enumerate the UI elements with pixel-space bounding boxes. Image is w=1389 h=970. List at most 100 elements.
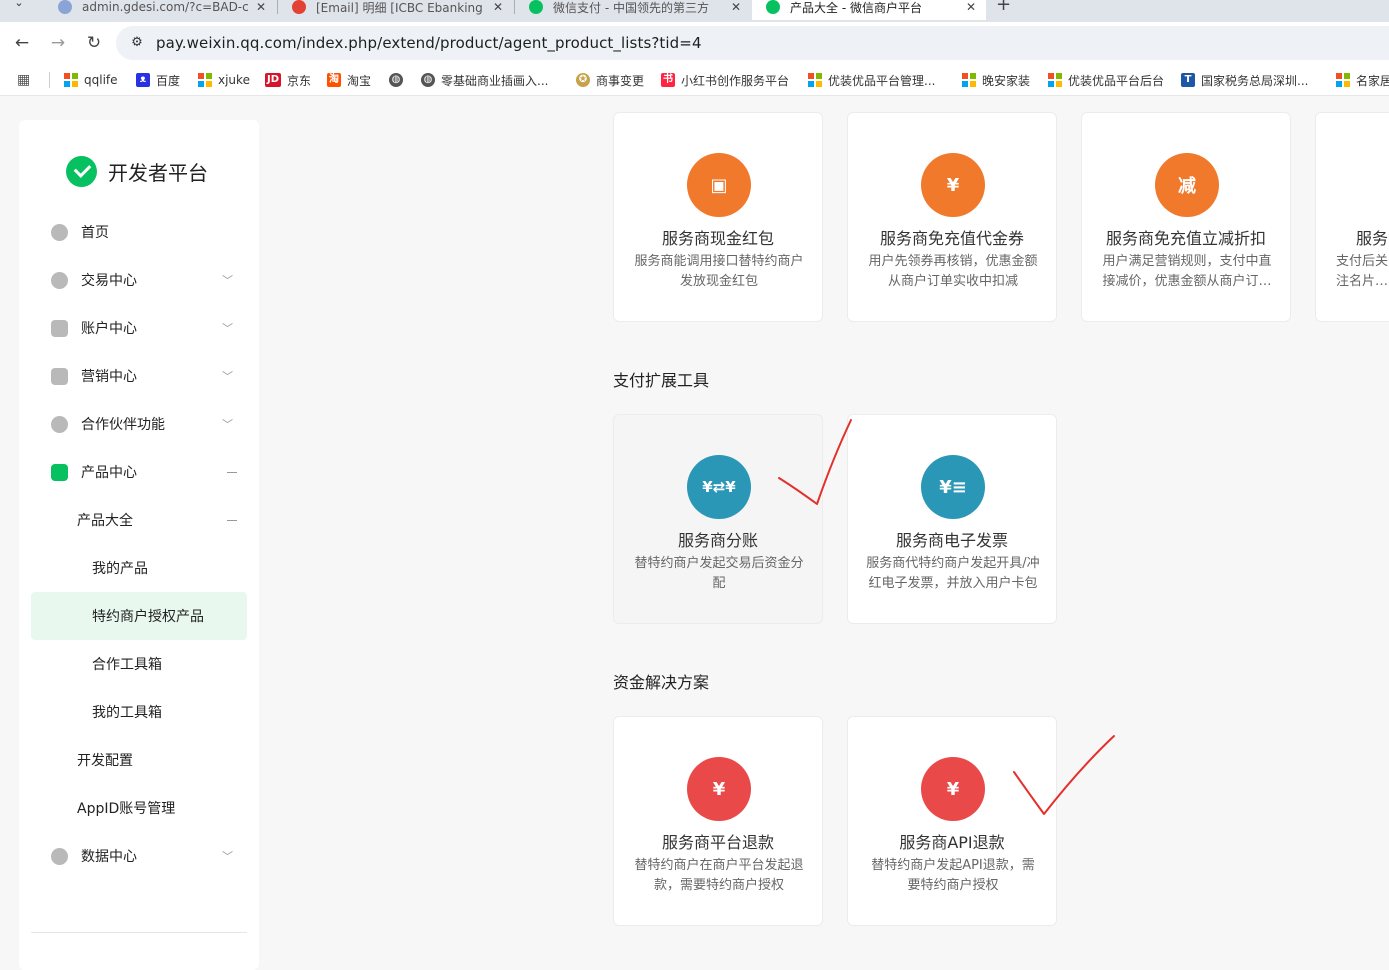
- account-icon: [51, 319, 68, 337]
- card-description: 用户先领券再核销，优惠金额从商户订单实收中扣减: [868, 254, 1038, 289]
- sidebar-item-label: 数据中心: [81, 849, 137, 865]
- product-card[interactable]: ¥ 服务商平台退款 替特约商户在商户平台发起退款，需要特约商户授权: [613, 716, 823, 926]
- card-description: 服务商代特约商户发起开具/冲红电子发票，并放入用户卡包: [866, 556, 1040, 591]
- sidebar-item-home[interactable]: 首页: [31, 208, 247, 256]
- reload-icon[interactable]: ↻: [82, 31, 106, 55]
- chevron-down-icon: ﹀: [222, 274, 233, 287]
- chevron-down-icon: ﹀: [222, 370, 233, 383]
- ms-logo-icon: [1336, 73, 1350, 87]
- product-card[interactable]: ¥≡ 服务商电子发票 服务商代特约商户发起开具/冲红电子发票，并放入用户卡包: [847, 414, 1057, 624]
- bookmark-label: xjuke: [218, 73, 250, 87]
- sidebar-item-label: 产品中心: [81, 465, 137, 481]
- sidebar-item-appid[interactable]: AppID账号管理: [31, 784, 247, 832]
- tab-email[interactable]: [Email] 明细 [ICBC Ebanking ✕: [278, 0, 513, 20]
- tab-title: [Email] 明细 [ICBC Ebanking: [316, 0, 483, 15]
- emblem-icon: ✪: [576, 73, 590, 87]
- bookmarks-divider: [49, 72, 50, 88]
- voucher-icon: ¥: [921, 153, 985, 217]
- bookmark-youzhuang-admin[interactable]: 优装优品平台管理...: [808, 72, 935, 88]
- product-card[interactable]: ▣ 服务商现金红包 服务商能调用接口替特约商户发放现金红包: [613, 112, 823, 322]
- home-icon: [51, 223, 68, 241]
- card-title: 服务商免充值代金券: [879, 229, 1024, 248]
- bookmark-youzhuang-backend[interactable]: 优装优品平台后台: [1048, 72, 1164, 88]
- card-description: 服务商能调用接口替特约商户发放现金红包: [634, 254, 804, 289]
- card-title: 服务: [1356, 229, 1389, 248]
- sidebar-item-product-catalog[interactable]: 产品大全: [31, 496, 247, 544]
- data-icon: [51, 847, 68, 865]
- collapse-icon: [227, 519, 237, 521]
- bookmark-mingjiaju[interactable]: 名家居: [1336, 72, 1389, 88]
- close-icon[interactable]: ✕: [966, 0, 976, 14]
- sidebar-item-label: 合作伙伴功能: [81, 417, 165, 433]
- card-title: 服务商现金红包: [661, 229, 774, 248]
- bookmark-business-change[interactable]: ✪ 商事变更: [576, 72, 644, 88]
- product-card[interactable]: 减 服务商免充值立减折扣 用户满足营销规则，支付中直接减价，优惠金额从商户订单实…: [1081, 112, 1291, 322]
- sidebar-item-partner-toolbox[interactable]: 合作工具箱: [31, 640, 247, 688]
- chevron-down-icon: ﹀: [222, 850, 233, 863]
- chevron-down-icon: ﹀: [222, 322, 233, 335]
- api-refund-icon: ¥: [921, 757, 985, 821]
- bookmark-label: 优装优品平台后台: [1068, 73, 1165, 88]
- sidebar-item-marketing[interactable]: 营销中心 ﹀: [31, 352, 247, 400]
- invoice-icon: ¥≡: [921, 455, 985, 519]
- bookmark-tax[interactable]: T 国家税务总局深圳...: [1181, 72, 1308, 88]
- apps-grid-icon[interactable]: ▦: [17, 72, 30, 88]
- tab-admin[interactable]: admin.gdesi.com/?c=BAD-c ✕: [44, 0, 276, 20]
- marketing-icon: [51, 367, 68, 385]
- sidebar-item-authorized-products[interactable]: 特约商户授权产品: [31, 592, 247, 640]
- split-icon: ¥⇄¥: [687, 455, 751, 519]
- ms-logo-icon: [198, 73, 212, 87]
- bookmark-globe[interactable]: ◍: [389, 72, 409, 88]
- bookmarks-bar: ▦ qqlife ᴥ 百度 xjuke JD 京东 淘 淘宝 ◍ ◍ 零基础商业…: [0, 64, 1389, 96]
- card-title: 服务商电子发票: [895, 531, 1008, 550]
- chrome-favicon-icon: [292, 0, 306, 14]
- bookmark-jd[interactable]: JD 京东: [265, 72, 311, 88]
- product-card[interactable]: ¥ 服务商API退款 替特约商户发起API退款，需要特约商户授权: [847, 716, 1057, 926]
- product-card[interactable]: 服务 支付后关注名片，推: [1315, 112, 1389, 322]
- close-icon[interactable]: ✕: [493, 0, 503, 14]
- bookmark-taobao[interactable]: 淘 淘宝: [327, 72, 371, 88]
- bookmark-xjuke[interactable]: xjuke: [198, 72, 250, 88]
- tab-wechatpay[interactable]: 微信支付 - 中国领先的第三方 ✕: [515, 0, 751, 20]
- sidebar-item-my-products[interactable]: 我的产品: [31, 544, 247, 592]
- sidebar-item-dev-config[interactable]: 开发配置: [31, 736, 247, 784]
- bookmark-illustration[interactable]: ◍ 零基础商业插画入...: [421, 72, 548, 88]
- card-description: 用户满足营销规则，支付中直接减价，优惠金额从商户订单实收中扣减: [1102, 254, 1272, 289]
- taobao-icon: 淘: [327, 73, 341, 87]
- brand[interactable]: 开发者平台: [66, 156, 208, 187]
- tab-search-icon[interactable]: ⌄: [6, 0, 32, 14]
- product-card[interactable]: ¥ 服务商免充值代金券 用户先领券再核销，优惠金额从商户订单实收中扣减: [847, 112, 1057, 322]
- back-arrow-icon[interactable]: ←: [10, 31, 34, 55]
- bookmark-wanan[interactable]: 晚安家装: [962, 72, 1030, 88]
- close-icon[interactable]: ✕: [731, 0, 741, 14]
- sidebar-item-transaction[interactable]: 交易中心 ﹀: [31, 256, 247, 304]
- url-text[interactable]: pay.weixin.qq.com/index.php/extend/produ…: [156, 34, 702, 52]
- address-bar[interactable]: ⚙ pay.weixin.qq.com/index.php/extend/pro…: [116, 26, 1389, 60]
- sidebar-item-account[interactable]: 账户中心 ﹀: [31, 304, 247, 352]
- bookmark-label: 百度: [156, 73, 181, 88]
- section-title: 支付扩展工具: [613, 371, 710, 390]
- sidebar-item-label: 首页: [81, 225, 109, 241]
- bookmark-qqlife[interactable]: qqlife: [64, 72, 118, 88]
- ms-logo-icon: [1048, 73, 1062, 87]
- sidebar-item-label: 产品大全: [77, 513, 133, 529]
- tab-product-list[interactable]: 产品大全 - 微信商户平台 ✕: [752, 0, 986, 20]
- sidebar-item-product[interactable]: 产品中心: [31, 448, 247, 496]
- sidebar-item-partner[interactable]: 合作伙伴功能 ﹀: [31, 400, 247, 448]
- sidebar-item-label: 开发配置: [77, 753, 133, 769]
- forward-arrow-icon[interactable]: →: [46, 31, 70, 55]
- new-tab-button[interactable]: +: [996, 0, 1011, 15]
- globe-icon: ◍: [421, 73, 435, 87]
- product-card[interactable]: ¥⇄¥ 服务商分账 替特约商户发起交易后资金分配: [613, 414, 823, 624]
- site-info-icon[interactable]: ⚙: [128, 34, 146, 52]
- sidebar-item-data[interactable]: 数据中心 ﹀: [31, 832, 247, 880]
- tab-title: 产品大全 - 微信商户平台: [790, 0, 922, 15]
- close-icon[interactable]: ✕: [256, 0, 266, 14]
- wechat-pay-logo-icon: [66, 156, 97, 187]
- wechat-favicon-icon: [529, 0, 543, 14]
- sidebar-item-my-toolbox[interactable]: 我的工具箱: [31, 688, 247, 736]
- bookmark-xhs[interactable]: 书 小红书创作服务平台: [661, 72, 789, 88]
- bookmark-baidu[interactable]: ᴥ 百度: [136, 72, 180, 88]
- red-packet-icon: ▣: [687, 153, 751, 217]
- bookmark-label: 名家居: [1356, 73, 1389, 88]
